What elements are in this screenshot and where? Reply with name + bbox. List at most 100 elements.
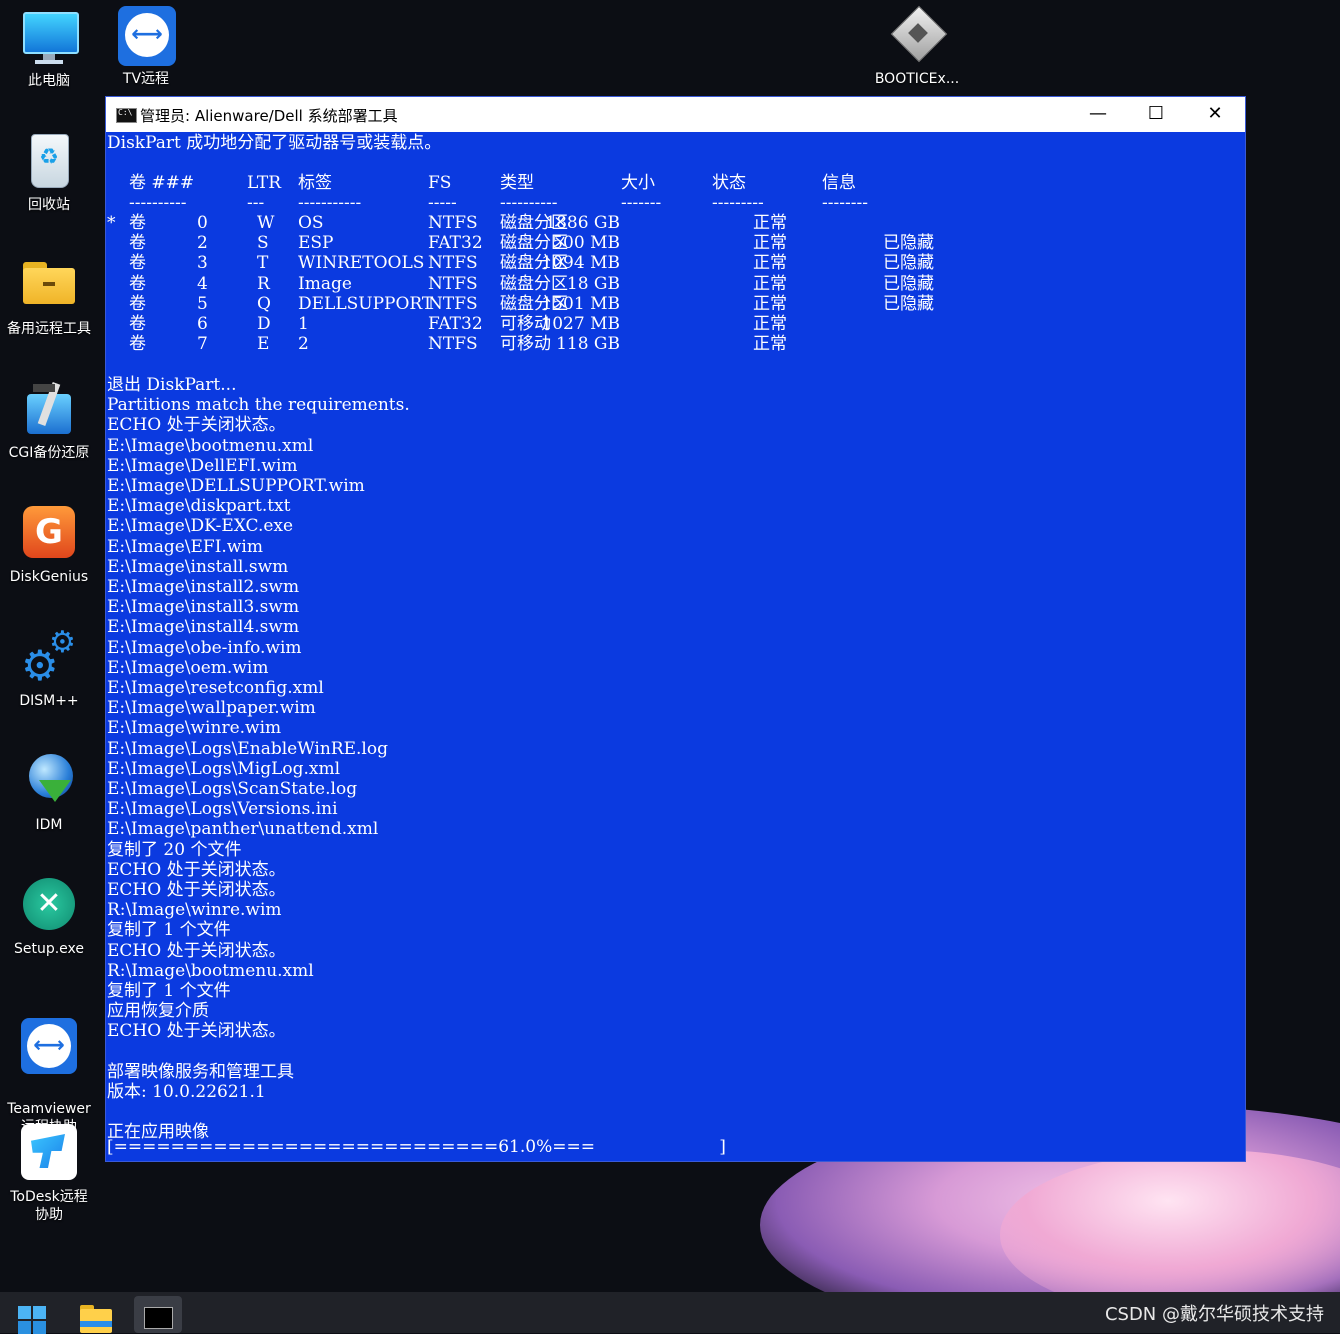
volume-cell-vol: 卷 — [129, 253, 146, 274]
console-line: E:\Image\DELLSUPPORT.wim — [107, 476, 365, 496]
volume-cell-size: 500 MB — [552, 233, 620, 254]
volume-cell-sel: * — [107, 213, 116, 233]
desktop-icon-diskgenius[interactable]: G DiskGenius — [0, 504, 98, 586]
console-line: 复制了 1 个文件 — [107, 981, 231, 1001]
volume-cell-status: 正常 — [753, 253, 787, 274]
console-line: E:\Image\EFI.wim — [107, 536, 263, 557]
volume-cell-label: DELLSUPPORT — [298, 293, 434, 314]
volume-cell-vol: 卷 — [129, 314, 146, 334]
volume-cell-status: 正常 — [753, 334, 787, 355]
desktop-icon-tv-remote[interactable]: ⟷ TV远程 — [97, 6, 195, 88]
console-line: E:\Image\diskpart.txt — [107, 496, 291, 517]
volume-cell-status: 正常 — [753, 233, 787, 254]
volume-cell-status: 正常 — [753, 293, 787, 314]
volume-cell-info: 已隐藏 — [883, 253, 934, 274]
volume-cell-size: 18 GB — [566, 273, 620, 294]
desktop-icon-bootice[interactable]: BOOTICEx... — [868, 5, 966, 88]
header-dash: ----- — [428, 193, 457, 213]
folder-icon — [80, 1305, 112, 1333]
bootice-icon — [887, 5, 948, 66]
desktop-icon-todesk[interactable]: ToDesk远程 协助 — [0, 1124, 98, 1224]
volume-cell-info: 已隐藏 — [883, 293, 934, 314]
volume-cell-num: 7 — [197, 334, 208, 355]
desktop-icon-this-pc[interactable]: 此电脑 — [0, 8, 98, 90]
console-line: E:\Image\resetconfig.xml — [107, 678, 324, 698]
volume-cell-label: OS — [298, 213, 324, 233]
console-line: E:\Image\install4.swm — [107, 617, 300, 638]
console-line: R:\Image\bootmenu.xml — [107, 960, 314, 981]
header-vol: 卷 ### — [129, 173, 195, 193]
console-output[interactable]: DiskPart 成功地分配了驱动器号或装载点。 卷 ### LTR 标签 FS… — [107, 133, 1241, 1159]
header-dash: --- — [247, 193, 265, 213]
desktop-icon-cgi-backup[interactable]: CGI备份还原 — [0, 380, 98, 462]
minimize-button[interactable]: — — [1069, 97, 1127, 132]
volume-cell-ltr: E — [257, 334, 270, 355]
window-titlebar[interactable]: 管理员: Alienware/Dell 系统部署工具 — ☐ ✕ — [106, 97, 1245, 132]
volume-cell-vol: 卷 — [129, 334, 146, 355]
volume-cell-fs: NTFS — [428, 273, 478, 294]
volume-cell-ltr: D — [257, 314, 271, 334]
console-line: R:\Image\winre.wim — [107, 900, 282, 921]
gears-icon: ⚙ ⚙ — [21, 625, 76, 690]
header-label: 标签 — [298, 173, 332, 193]
volume-cell-info: 已隐藏 — [883, 233, 934, 254]
console-line: E:\Image\obe-info.wim — [107, 637, 302, 658]
console-line: E:\Image\Logs\EnableWinRE.log — [107, 738, 388, 759]
volume-cell-vol: 卷 — [129, 233, 146, 254]
header-dash: ----------- — [298, 193, 362, 213]
close-button[interactable]: ✕ — [1186, 97, 1244, 132]
desktop-icon-dism[interactable]: ⚙ ⚙ DISM++ — [0, 628, 98, 710]
maximize-button[interactable]: ☐ — [1127, 97, 1185, 132]
header-status: 状态 — [712, 173, 746, 193]
console-line: E:\Image\Logs\Versions.ini — [107, 799, 338, 820]
console-line: E:\Image\Logs\ScanState.log — [107, 779, 358, 799]
cgi-tool-icon — [19, 380, 79, 440]
console-line: E:\Image\install2.swm — [107, 577, 300, 597]
volume-cell-label: 1 — [298, 314, 309, 334]
tools-icon: ✕ — [19, 876, 79, 936]
todesk-icon — [19, 1124, 79, 1184]
start-button[interactable] — [8, 1296, 56, 1334]
console-line: ECHO 处于关闭状态。 — [107, 1021, 286, 1042]
volume-cell-vol: 卷 — [129, 273, 146, 294]
volume-cell-fs: FAT32 — [428, 233, 483, 254]
volume-cell-size: 1094 MB — [541, 253, 620, 274]
volume-cell-num: 0 — [197, 213, 208, 233]
file-explorer-button[interactable] — [72, 1296, 120, 1333]
desktop-icon-recycle-bin[interactable]: ♻ 回收站 — [0, 132, 98, 214]
teamviewer-icon: ⟷ — [116, 6, 176, 66]
volume-cell-ltr: W — [257, 213, 275, 233]
idm-globe-icon — [19, 752, 79, 812]
header-dash: --------- — [712, 193, 764, 213]
volume-cell-ltr: R — [257, 273, 270, 294]
teamviewer-icon: ⟷ — [19, 1018, 79, 1078]
volume-cell-fs: NTFS — [428, 253, 478, 274]
header-dash: ---------- — [129, 193, 187, 213]
volume-cell-num: 6 — [197, 314, 208, 334]
console-window[interactable]: 管理员: Alienware/Dell 系统部署工具 — ☐ ✕ DiskPar… — [106, 97, 1245, 1161]
volume-cell-size: 1886 GB — [545, 213, 620, 233]
volume-cell-label: WINRETOOLS — [298, 253, 425, 274]
volume-cell-vol: 卷 — [129, 293, 146, 314]
diskgenius-icon: G — [19, 504, 79, 564]
volume-cell-status: 正常 — [753, 273, 787, 294]
console-line: E:\Image\oem.wim — [107, 657, 269, 678]
desktop-icon-backup-remote-tools[interactable]: 备用远程工具 — [0, 256, 98, 338]
recycle-bin-icon: ♻ — [19, 132, 79, 192]
desktop-icon-idm[interactable]: IDM — [0, 752, 98, 834]
header-dash: ---------- — [500, 193, 558, 213]
header-type: 类型 — [500, 173, 534, 193]
console-line: E:\Image\bootmenu.xml — [107, 435, 314, 456]
volume-cell-ltr: S — [257, 233, 269, 254]
console-line: E:\Image\wallpaper.wim — [107, 698, 316, 719]
volume-cell-size: 1027 MB — [541, 314, 620, 334]
header-dash: -------- — [822, 193, 868, 213]
command-prompt-taskbar-button[interactable] — [134, 1296, 182, 1333]
volume-cell-status: 正常 — [753, 314, 787, 334]
desktop-icon-setup[interactable]: ✕ Setup.exe — [0, 876, 98, 958]
console-line: 复制了 1 个文件 — [107, 920, 231, 941]
console-line: E:\Image\DK-EXC.exe — [107, 516, 294, 537]
console-line: 复制了 20 个文件 — [107, 839, 242, 860]
volume-cell-num: 3 — [197, 253, 208, 274]
header-fs: FS — [428, 173, 452, 193]
